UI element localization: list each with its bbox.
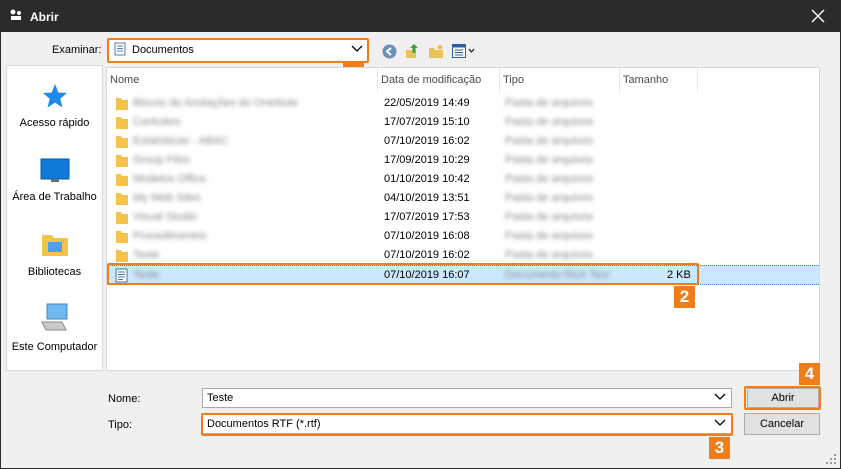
file-modified: 17/07/2019 17:53 — [384, 211, 470, 223]
file-name: Contratos — [133, 116, 181, 128]
sidebar-item-libraries[interactable]: Bibliotecas — [7, 229, 102, 278]
file-modified: 07/10/2019 16:08 — [384, 230, 470, 242]
file-type: Pasta de arquivos — [505, 249, 594, 261]
folder-icon — [116, 155, 128, 167]
callout-badge-3: 3 — [709, 437, 730, 459]
sidebar-item-label: Acesso rápido — [19, 117, 90, 129]
folder-icon — [116, 98, 128, 110]
file-type: Pasta de arquivos — [505, 97, 594, 109]
callout-frame-4 — [744, 386, 821, 410]
look-in-label: Examinar: — [52, 44, 102, 56]
file-list: Nome Data de modificação Tipo Tamanho Bl… — [106, 67, 820, 371]
callout-frame-3 — [201, 413, 733, 436]
computer-icon — [40, 303, 67, 331]
column-header-modified[interactable]: Data de modificação — [378, 68, 500, 92]
sidebar-item-label: Este Computador — [11, 341, 98, 353]
file-type: Pasta de arquivos — [505, 192, 594, 204]
file-type: Pasta de arquivos — [505, 230, 594, 242]
table-row[interactable]: Contratos 17/07/2019 15:10 Pasta de arqu… — [107, 113, 702, 132]
sidebar-item-label: Área de Trabalho — [12, 191, 97, 203]
file-type: Pasta de arquivos — [505, 211, 594, 223]
star-icon — [42, 84, 67, 108]
file-modified: 17/09/2019 10:29 — [384, 154, 470, 166]
column-header-size[interactable]: Tamanho — [620, 68, 698, 92]
file-name: Procedimentos — [133, 230, 207, 242]
file-modified: 22/05/2019 14:49 — [384, 97, 470, 109]
chevron-down-icon[interactable] — [714, 393, 726, 401]
file-modified: 04/10/2019 13:51 — [384, 192, 470, 204]
folder-icon — [116, 250, 128, 262]
table-row[interactable]: Estatísticas - ABAC 07/10/2019 16:02 Pas… — [107, 132, 702, 151]
open-dialog: Abrir Examinar: Documentos 1 — [0, 0, 841, 469]
file-modified: 01/10/2019 10:42 — [384, 173, 470, 185]
file-name: Visual Studio — [133, 211, 198, 223]
folder-icon — [116, 117, 128, 129]
file-type: Pasta de arquivos — [505, 116, 594, 128]
back-icon[interactable] — [382, 44, 397, 59]
sidebar-item-quick-access[interactable]: Acesso rápido — [7, 82, 102, 129]
file-modified: 07/10/2019 16:02 — [384, 135, 470, 147]
folder-icon — [116, 231, 128, 243]
folder-icon — [116, 193, 128, 205]
table-row[interactable]: Group Files 17/09/2019 10:29 Pasta de ar… — [107, 151, 702, 170]
close-icon[interactable] — [809, 7, 827, 25]
file-name: Blocos de Anotações do OneNote — [133, 97, 299, 109]
table-row[interactable]: Blocos de Anotações do OneNote 22/05/201… — [107, 94, 702, 113]
callout-badge-4: 4 — [799, 363, 820, 385]
file-name-input[interactable]: Teste — [202, 388, 732, 408]
table-row[interactable]: Procedimentos 07/10/2019 16:08 Pasta de … — [107, 227, 702, 246]
file-name: My Web Sites — [133, 192, 201, 204]
view-menu-icon[interactable] — [452, 44, 476, 58]
callout-frame-1 — [107, 38, 369, 63]
app-icon — [10, 9, 21, 20]
callout-frame-2 — [107, 263, 699, 285]
callout-badge-2: 2 — [674, 286, 695, 308]
file-type: Pasta de arquivos — [505, 135, 594, 147]
desktop-icon — [40, 158, 69, 182]
up-folder-icon[interactable] — [405, 43, 420, 59]
sidebar-item-label: Bibliotecas — [27, 266, 82, 278]
file-name: Teste — [133, 249, 160, 261]
file-name: Group Files — [133, 154, 190, 166]
table-row[interactable]: Visual Studio 17/07/2019 17:53 Pasta de … — [107, 208, 702, 227]
window-title: Abrir — [30, 10, 59, 24]
places-sidebar: Acesso rápido Área de Trabalho Bibliotec… — [6, 65, 103, 371]
cancel-button[interactable]: Cancelar — [744, 413, 820, 435]
folder-icon — [116, 174, 128, 186]
file-name: Estatísticas - ABAC — [133, 135, 229, 147]
sidebar-item-desktop[interactable]: Área de Trabalho — [7, 156, 102, 203]
sidebar-item-this-pc[interactable]: Este Computador — [7, 302, 102, 353]
folder-icon — [116, 212, 128, 224]
table-row[interactable]: My Web Sites 04/10/2019 13:51 Pasta de a… — [107, 189, 702, 208]
file-name-value: Teste — [207, 392, 234, 404]
file-type: Pasta de arquivos — [505, 173, 594, 185]
column-header-type[interactable]: Tipo — [500, 68, 620, 92]
file-type: Pasta de arquivos — [505, 154, 594, 166]
file-type-label: Tipo: — [108, 419, 133, 431]
file-name: Modelos Office — [133, 173, 207, 185]
file-modified: 17/07/2019 15:10 — [384, 116, 470, 128]
new-folder-icon[interactable] — [428, 43, 444, 59]
column-header-name[interactable]: Nome — [107, 68, 378, 92]
table-row[interactable]: Modelos Office 01/10/2019 10:42 Pasta de… — [107, 170, 702, 189]
folder-icon — [116, 136, 128, 148]
file-name-label: Nome: — [108, 393, 141, 405]
title-bar: Abrir — [1, 1, 840, 32]
library-folder-icon — [41, 235, 68, 256]
file-modified: 07/10/2019 16:02 — [384, 249, 470, 261]
resize-grip-icon[interactable] — [825, 453, 837, 465]
